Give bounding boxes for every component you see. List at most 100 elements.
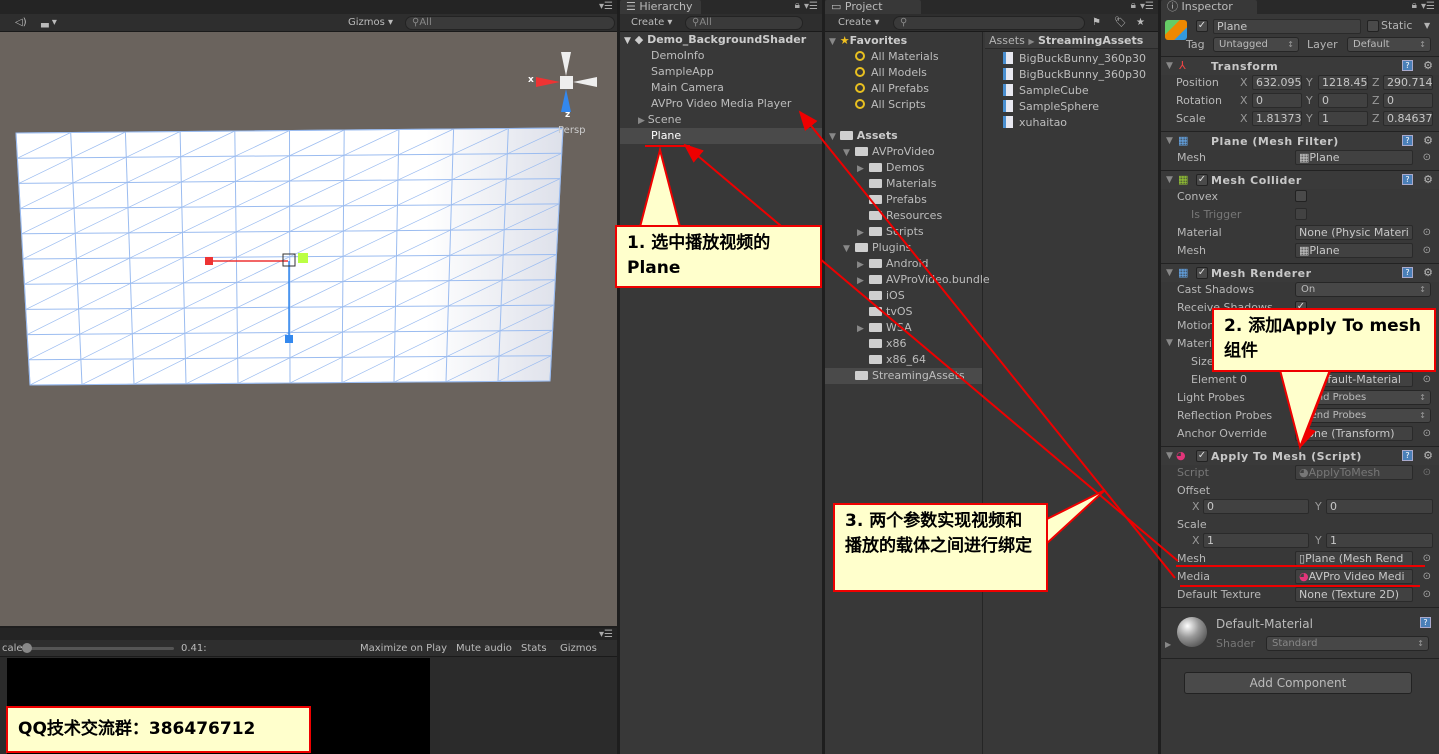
stats-button[interactable]: Stats bbox=[516, 641, 552, 657]
scale-x[interactable]: 1 bbox=[1203, 533, 1309, 548]
default-texture-field[interactable]: None (Texture 2D) bbox=[1295, 587, 1413, 602]
scale-y[interactable]: 1 bbox=[1318, 111, 1368, 126]
tab-project[interactable]: ▭ Project bbox=[825, 0, 921, 14]
project-search-input[interactable]: ⚲ bbox=[893, 16, 1085, 30]
lock-icon[interactable]: 🔒︎ bbox=[795, 0, 800, 11]
enabled-checkbox[interactable]: ✓ bbox=[1196, 174, 1208, 186]
create-dropdown[interactable]: Create ▾ bbox=[626, 15, 677, 31]
help-icon[interactable]: ? bbox=[1420, 617, 1431, 628]
help-icon[interactable]: ? bbox=[1402, 174, 1413, 185]
asset-folder[interactable]: ▼ AVProVideo bbox=[843, 144, 935, 160]
fold-arrow-icon[interactable]: ▼ bbox=[1166, 175, 1173, 185]
persp-label[interactable]: Persp bbox=[558, 125, 586, 136]
breadcrumb-item[interactable]: Assets bbox=[989, 34, 1025, 47]
object-picker-icon[interactable]: ⊙ bbox=[1423, 152, 1431, 163]
object-picker-icon[interactable]: ⊙ bbox=[1423, 227, 1431, 238]
effects-icon[interactable]: ▃ ▾ bbox=[36, 15, 62, 31]
asset-folder[interactable]: ▶ Android bbox=[857, 256, 929, 272]
asset-folder[interactable]: ▶ Scripts bbox=[857, 224, 924, 240]
hierarchy-item[interactable]: ▶ Scene bbox=[638, 112, 681, 128]
panel-menu-icon[interactable]: ▾☰ bbox=[1421, 1, 1435, 12]
object-picker-icon[interactable]: ⊙ bbox=[1423, 553, 1431, 564]
shader-dropdown[interactable]: Standard bbox=[1266, 636, 1429, 651]
active-checkbox[interactable]: ✓ bbox=[1196, 20, 1208, 32]
hierarchy-item[interactable]: Main Camera bbox=[651, 80, 724, 96]
expand-arrow-icon[interactable]: ▶ bbox=[638, 116, 648, 126]
gear-icon[interactable]: ⚙ bbox=[1423, 449, 1433, 462]
fold-arrow-icon[interactable]: ▼ bbox=[624, 36, 631, 46]
fold-arrow-icon[interactable]: ▶ bbox=[857, 257, 869, 273]
hierarchy-item[interactable]: DemoInfo bbox=[651, 48, 705, 64]
object-picker-icon[interactable]: ⊙ bbox=[1423, 428, 1431, 439]
mesh-renderer-header[interactable]: ▼ ▦ ✓ Mesh Renderer? ⚙ bbox=[1161, 263, 1439, 282]
asset-folder[interactable]: x86 bbox=[857, 336, 907, 352]
static-checkbox[interactable] bbox=[1367, 20, 1379, 32]
fold-arrow-icon[interactable]: ▶ bbox=[857, 321, 869, 337]
fold-arrow-icon[interactable]: ▼ bbox=[1166, 61, 1173, 71]
light-probes-dropdown[interactable]: Blend Probes bbox=[1295, 390, 1431, 405]
expand-arrow-icon[interactable]: ▶ bbox=[1165, 640, 1171, 649]
help-icon[interactable]: ? bbox=[1402, 60, 1413, 71]
offset-y[interactable]: 0 bbox=[1326, 499, 1433, 514]
hierarchy-item[interactable]: SampleApp bbox=[651, 64, 714, 80]
rotation-x[interactable]: 0 bbox=[1252, 93, 1302, 108]
transform-header[interactable]: ▼ ⅄ Transform? ⚙ bbox=[1161, 56, 1439, 75]
file-item[interactable]: xuhaitao bbox=[1003, 115, 1067, 131]
help-icon[interactable]: ? bbox=[1402, 450, 1413, 461]
panel-menu-icon[interactable]: ▾☰ bbox=[599, 629, 613, 640]
asset-folder[interactable]: ▶ AVProVideo.bundle bbox=[857, 272, 990, 288]
favorite-item[interactable]: All Scripts bbox=[855, 97, 926, 113]
reflection-probes-dropdown[interactable]: Blend Probes bbox=[1295, 408, 1431, 423]
mesh-collider-header[interactable]: ▼ ▦ ✓ Mesh Collider? ⚙ bbox=[1161, 170, 1439, 189]
mesh-filter-header[interactable]: ▼ ▦ Plane (Mesh Filter)? ⚙ bbox=[1161, 131, 1439, 150]
fold-arrow-icon[interactable]: ▼ bbox=[843, 145, 855, 161]
lock-icon[interactable]: 🔒︎ bbox=[1131, 0, 1136, 11]
fold-arrow-icon[interactable]: ▶ bbox=[857, 225, 869, 241]
mesh-object-field[interactable]: ▦Plane bbox=[1295, 243, 1413, 258]
fold-arrow-icon[interactable]: ▼ bbox=[843, 241, 855, 257]
favorite-item[interactable]: All Models bbox=[855, 65, 927, 81]
position-y[interactable]: 1218.45 bbox=[1318, 75, 1368, 90]
gear-icon[interactable]: ⚙ bbox=[1423, 59, 1433, 72]
object-picker-icon[interactable]: ⊙ bbox=[1423, 589, 1431, 600]
fold-arrow-icon[interactable]: ▶ bbox=[857, 273, 869, 289]
gear-icon[interactable]: ⚙ bbox=[1423, 173, 1433, 186]
cast-shadows-dropdown[interactable]: On bbox=[1295, 282, 1431, 297]
create-dropdown[interactable]: Create ▾ bbox=[833, 15, 884, 31]
gear-icon[interactable]: ⚙ bbox=[1423, 134, 1433, 147]
audio-icon[interactable]: ◁) bbox=[10, 15, 32, 31]
scale-x[interactable]: 1.81373 bbox=[1252, 111, 1302, 126]
object-picker-icon[interactable]: ⊙ bbox=[1423, 571, 1431, 582]
static-dropdown-icon[interactable]: ▼ bbox=[1424, 21, 1430, 30]
offset-x[interactable]: 0 bbox=[1203, 499, 1309, 514]
position-x[interactable]: 632.095 bbox=[1252, 75, 1302, 90]
mesh-renderer-field[interactable]: ▯Plane (Mesh Rend bbox=[1295, 551, 1413, 566]
favorite-item[interactable]: All Materials bbox=[855, 49, 939, 65]
file-item[interactable]: BigBuckBunny_360p30 bbox=[1003, 67, 1146, 83]
breadcrumb-item[interactable]: StreamingAssets bbox=[1038, 34, 1143, 47]
tab-inspector[interactable]: ⓘ Inspector bbox=[1161, 0, 1257, 14]
fold-arrow-icon[interactable]: ▼ bbox=[1166, 451, 1173, 461]
scale-slider[interactable] bbox=[24, 647, 174, 650]
file-item[interactable]: SampleSphere bbox=[1003, 99, 1099, 115]
file-item[interactable]: SampleCube bbox=[1003, 83, 1089, 99]
enabled-checkbox[interactable]: ✓ bbox=[1196, 267, 1208, 279]
maximize-on-play-button[interactable]: Maximize on Play bbox=[355, 641, 452, 657]
hierarchy-search-input[interactable]: ⚲All bbox=[685, 16, 803, 30]
fold-arrow-icon[interactable]: ▼ bbox=[1166, 338, 1173, 348]
rotation-z[interactable]: 0 bbox=[1383, 93, 1433, 108]
asset-folder[interactable]: ▶ Demos bbox=[857, 160, 924, 176]
asset-folder[interactable]: tvOS bbox=[857, 304, 912, 320]
scene-viewport[interactable]: x z Persp bbox=[0, 32, 617, 626]
media-player-field[interactable]: ◕AVPro Video Medi bbox=[1295, 569, 1413, 584]
panel-menu-icon[interactable]: ▾☰ bbox=[804, 1, 818, 12]
convex-checkbox[interactable] bbox=[1295, 190, 1307, 202]
file-item[interactable]: BigBuckBunny_360p30 bbox=[1003, 51, 1146, 67]
fold-arrow-icon[interactable]: ▼ bbox=[1166, 136, 1173, 146]
help-icon[interactable]: ? bbox=[1402, 267, 1413, 278]
mute-audio-button[interactable]: Mute audio bbox=[451, 641, 517, 657]
scene-search-input[interactable]: ⚲All bbox=[405, 16, 615, 30]
hierarchy-item-selected[interactable]: Plane bbox=[620, 128, 822, 144]
asset-folder[interactable]: ▶ WSA bbox=[857, 320, 912, 336]
gizmos-dropdown[interactable]: Gizmos ▾ bbox=[343, 15, 398, 31]
